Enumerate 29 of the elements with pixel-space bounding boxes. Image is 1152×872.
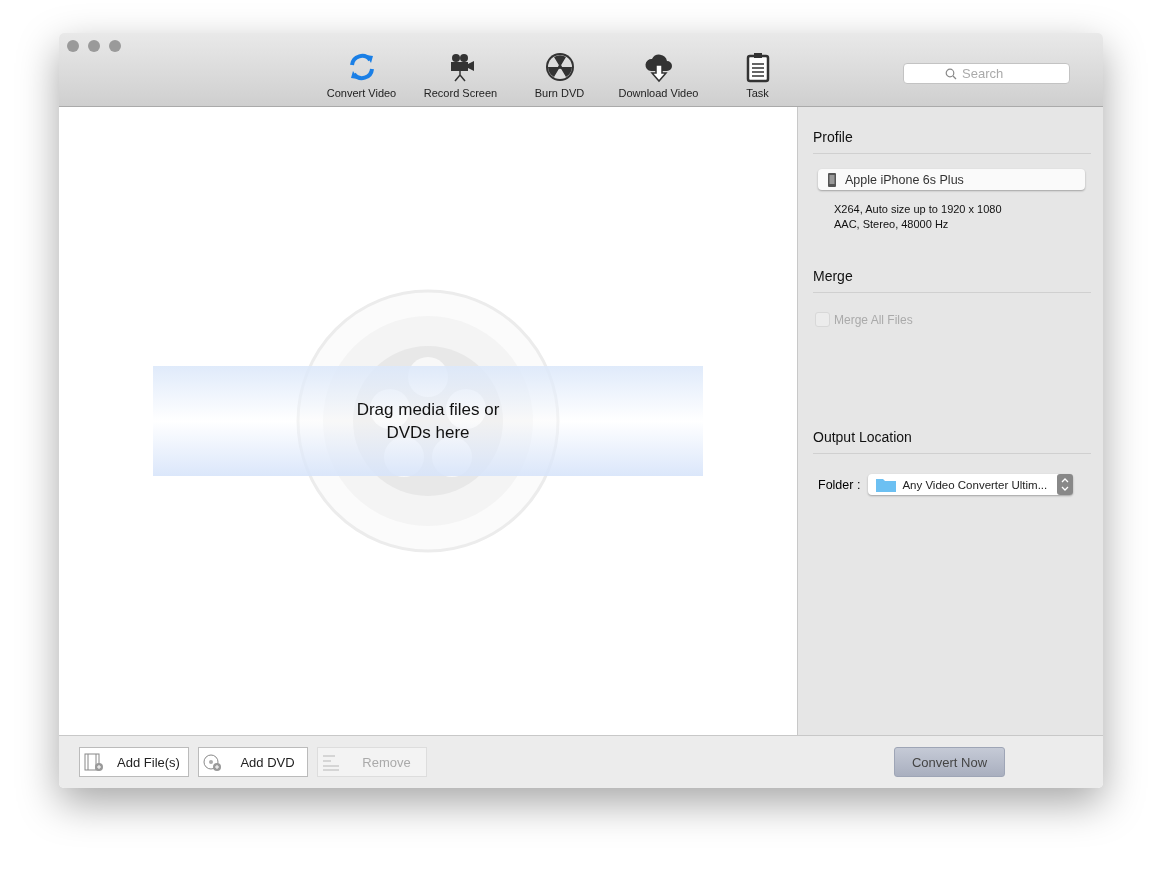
window-control-button[interactable]: [88, 40, 100, 52]
toolbar-button[interactable]: Convert Video: [312, 33, 411, 106]
toolbar-button[interactable]: Task: [708, 33, 807, 106]
section-heading: Profile: [813, 107, 1091, 154]
toolbar-button[interactable]: Add DVD: [198, 747, 308, 777]
toolbar-button[interactable]: Download Video: [609, 33, 708, 106]
radiation-disc-icon: [543, 51, 576, 83]
toolbar-button[interactable]: Burn DVD: [510, 33, 609, 106]
folder-icon: [876, 477, 897, 492]
disc-add-icon: [203, 752, 222, 772]
phone-icon: [828, 172, 836, 187]
drop-hint-text: Drag media files or DVDs here: [355, 399, 501, 444]
search-field[interactable]: Search: [903, 63, 1070, 84]
toolbar-button[interactable]: Add File(s): [79, 747, 189, 777]
folder-dropdown[interactable]: Any Video Converter Ultim...: [868, 474, 1074, 495]
list-remove-icon: [322, 752, 341, 772]
window-control-button[interactable]: [67, 40, 79, 52]
checkbox-label: Merge All Files: [834, 312, 913, 327]
field-label: Folder :: [818, 477, 861, 492]
stepper-arrows-icon: [1057, 474, 1074, 495]
section-heading: Merge: [813, 246, 1091, 293]
profile-dropdown[interactable]: Apple iPhone 6s Plus: [818, 169, 1085, 190]
section-heading: Output Location: [813, 407, 1091, 454]
window-control-button[interactable]: [109, 40, 121, 52]
film-add-icon: [84, 752, 103, 772]
toolbar-button[interactable]: Record Screen: [411, 33, 510, 106]
profile-detail-text: AAC, Stereo, 48000 Hz: [834, 217, 950, 232]
profile-detail-text: X264, Auto size up to 1920 x 1080: [834, 202, 1003, 217]
convert-now-button[interactable]: Convert Now: [894, 747, 1005, 777]
